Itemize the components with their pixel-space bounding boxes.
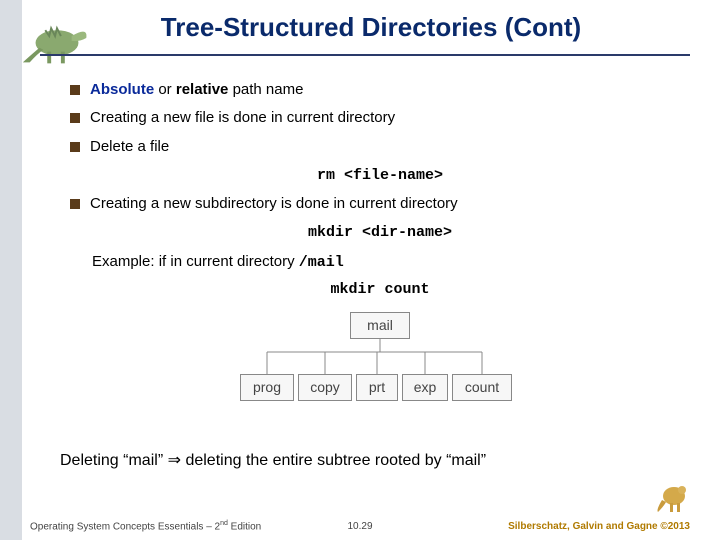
slide-title: Tree-Structured Directories (Cont)	[161, 12, 581, 43]
example-line: Example: if in current directory /mail	[92, 252, 690, 273]
bullet-icon	[70, 113, 80, 123]
delete-note-a: Deleting “mail”	[60, 452, 168, 469]
tree-node-exp: exp	[402, 374, 448, 401]
tree-node-mail: mail	[350, 312, 410, 339]
bullet-text: Creating a new subdirectory is done in c…	[90, 194, 690, 214]
delete-note: Deleting “mail” ⇒ deleting the entire su…	[60, 450, 486, 470]
bullet-text: Delete a file	[90, 137, 690, 157]
text-rest: path name	[228, 81, 303, 98]
bullet-icon	[70, 199, 80, 209]
bullet-text: Creating a new file is done in current d…	[90, 108, 690, 128]
term-relative: relative	[176, 81, 229, 98]
bullet-absolute-relative: Absolute or relative path name	[70, 80, 690, 100]
title-underline	[40, 54, 690, 56]
tree-node-copy: copy	[298, 374, 352, 401]
text-sep: or	[154, 81, 176, 98]
tree-node-prog: prog	[240, 374, 294, 401]
code-rm: rm <file-name>	[317, 167, 443, 184]
code-mkdir-count: mkdir count	[330, 281, 429, 298]
tree-node-prt: prt	[356, 374, 398, 401]
footer-copyright: Silberschatz, Galvin and Gagne ©2013	[508, 521, 690, 532]
left-stripe	[0, 0, 22, 540]
bullet-delete-file: Delete a file	[70, 137, 690, 157]
bullet-create-subdir: Creating a new subdirectory is done in c…	[70, 194, 690, 214]
directory-tree-diagram: mail prog copy prt exp count	[230, 312, 530, 412]
bullet-icon	[70, 85, 80, 95]
slide-content: Absolute or relative path name Creating …	[70, 80, 690, 412]
delete-note-b: deleting the entire subtree rooted by “m…	[181, 452, 486, 469]
footer: Operating System Concepts Essentials – 2…	[0, 516, 720, 532]
example-prefix: Example: if in current directory	[92, 253, 299, 270]
dinosaur-bottom-icon	[656, 476, 692, 516]
example-path: /mail	[299, 254, 344, 271]
implies-arrow-icon: ⇒	[168, 452, 181, 469]
bullet-icon	[70, 142, 80, 152]
bullet-create-file: Creating a new file is done in current d…	[70, 108, 690, 128]
code-mkdir: mkdir <dir-name>	[308, 224, 452, 241]
tree-node-count: count	[452, 374, 512, 401]
term-absolute: Absolute	[90, 81, 154, 98]
